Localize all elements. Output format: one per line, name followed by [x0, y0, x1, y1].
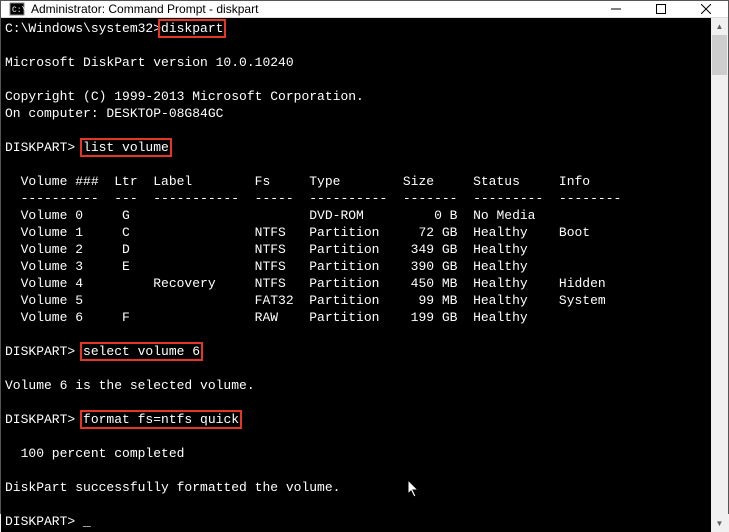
output-copyright: Copyright (C) 1999-2013 Microsoft Corpor… — [5, 89, 364, 104]
cmd-diskpart-highlight: diskpart — [158, 19, 226, 38]
cmd-select-volume-highlight: select volume 6 — [80, 342, 203, 361]
titlebar: C:\ Administrator: Command Prompt - disk… — [1, 1, 728, 18]
window-controls — [593, 1, 728, 17]
maximize-button[interactable] — [638, 1, 683, 17]
table-row: Volume 4 Recovery NTFS Partition 450 MB … — [5, 276, 606, 291]
output-computer: On computer: DESKTOP-08G84GC — [5, 106, 223, 121]
scrollbar-track[interactable] — [711, 35, 728, 515]
prompt-path: C:\Windows\system32> — [5, 21, 161, 36]
table-row: Volume 2 D NTFS Partition 349 GB Healthy — [5, 242, 528, 257]
output-success: DiskPart successfully formatted the volu… — [5, 480, 340, 495]
prompt-diskpart: DISKPART> — [5, 140, 83, 155]
mouse-cursor-icon — [408, 480, 421, 499]
terminal-area: C:\Windows\system32>diskpart Microsoft D… — [1, 18, 728, 532]
output-selected: Volume 6 is the selected volume. — [5, 378, 255, 393]
table-header: Volume ### Ltr Label Fs Type Size Status… — [5, 174, 590, 189]
table-row: Volume 5 FAT32 Partition 99 MB Healthy S… — [5, 293, 606, 308]
table-divider: ---------- --- ----------- ----- -------… — [5, 191, 621, 206]
output-progress: 100 percent completed — [5, 446, 184, 461]
window-title: Administrator: Command Prompt - diskpart — [31, 2, 593, 16]
prompt-diskpart: DISKPART> — [5, 344, 83, 359]
terminal-content[interactable]: C:\Windows\system32>diskpart Microsoft D… — [1, 18, 711, 532]
scrollbar-up-arrow-icon[interactable]: ▲ — [711, 18, 728, 35]
window: C:\ Administrator: Command Prompt - disk… — [0, 0, 729, 514]
table-row: Volume 3 E NTFS Partition 390 GB Healthy — [5, 259, 528, 274]
svg-text:C:\: C:\ — [12, 6, 25, 15]
table-row: Volume 6 F RAW Partition 199 GB Healthy — [5, 310, 528, 325]
minimize-button[interactable] — [593, 1, 638, 17]
output-version: Microsoft DiskPart version 10.0.10240 — [5, 55, 294, 70]
scrollbar-down-arrow-icon[interactable]: ▼ — [711, 515, 728, 532]
vertical-scrollbar[interactable]: ▲ ▼ — [711, 18, 728, 532]
table-row: Volume 0 G DVD-ROM 0 B No Media — [5, 208, 536, 223]
table-row: Volume 1 C NTFS Partition 72 GB Healthy … — [5, 225, 590, 240]
prompt-diskpart: DISKPART> — [5, 514, 83, 529]
cmd-format-highlight: format fs=ntfs quick — [80, 410, 242, 429]
prompt-diskpart: DISKPART> — [5, 412, 83, 427]
cmd-list-volume-highlight: list volume — [80, 138, 172, 157]
cmd-icon: C:\ — [9, 1, 25, 17]
scrollbar-thumb[interactable] — [712, 35, 727, 75]
close-button[interactable] — [683, 1, 728, 17]
